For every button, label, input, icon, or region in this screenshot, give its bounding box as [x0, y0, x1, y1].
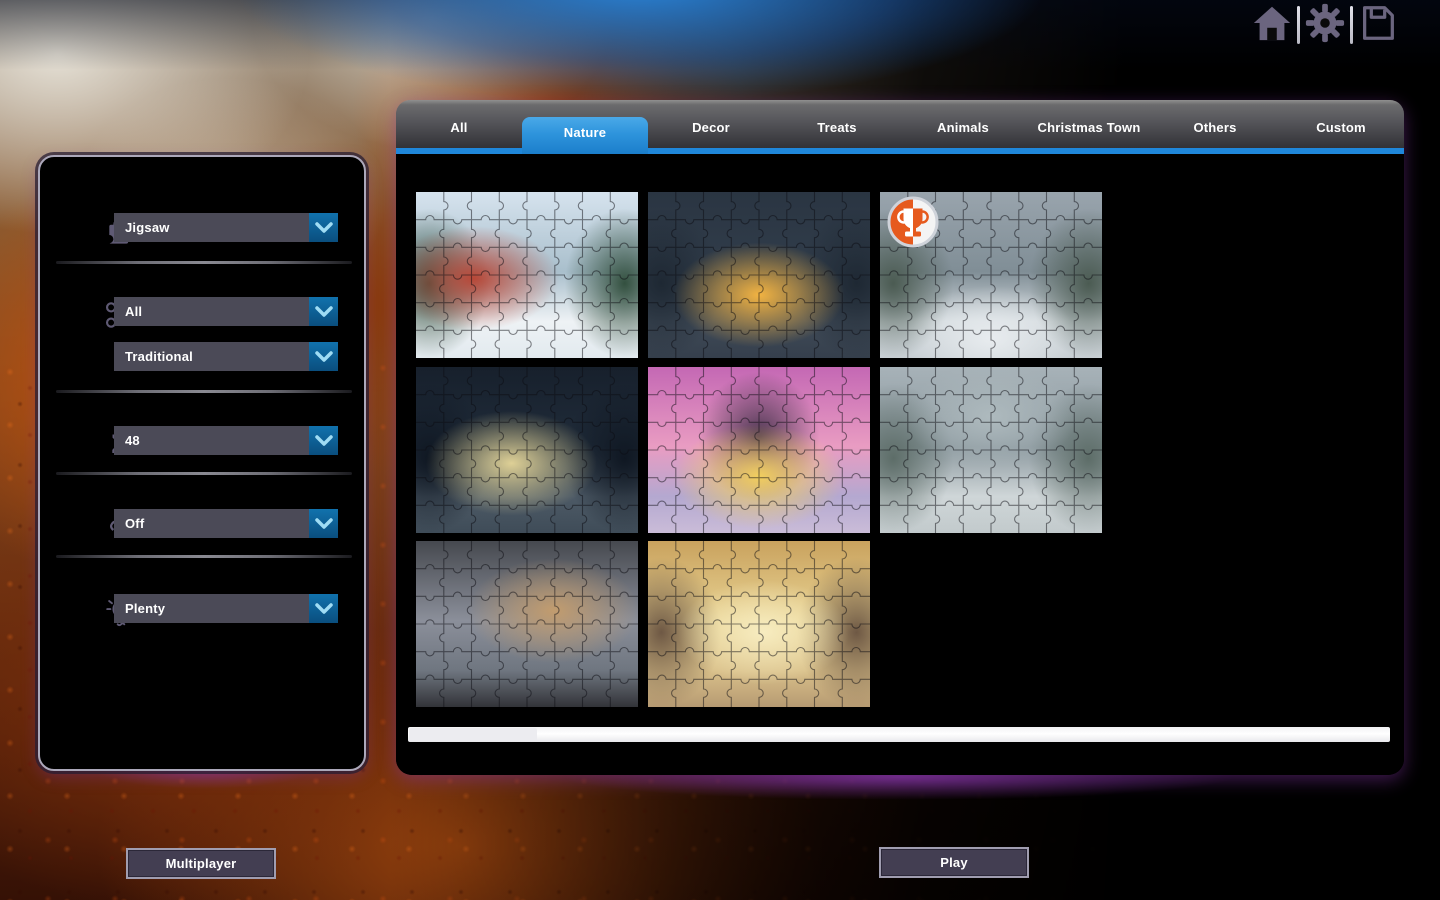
dropdown-value: 48 [114, 433, 140, 448]
dropdown-value: All [114, 304, 142, 319]
select-hints[interactable]: Plenty [114, 594, 338, 623]
system-toolbar [1248, 2, 1402, 48]
puzzle-thumbnail-8[interactable] [648, 541, 870, 707]
puzzle-thumbnail-2[interactable] [648, 192, 870, 358]
chevron-down-icon[interactable] [309, 213, 338, 242]
save-button[interactable] [1354, 2, 1402, 48]
puzzle-thumbnail-3[interactable] [880, 192, 1102, 358]
options-divider [56, 261, 352, 264]
puzzle-thumbnail-1[interactable] [416, 192, 638, 358]
jigsaw-cut-overlay [880, 367, 1102, 533]
puzzle-thumbnail-7[interactable] [416, 541, 638, 707]
chevron-down-icon[interactable] [309, 297, 338, 326]
chevron-down-icon[interactable] [309, 342, 338, 371]
puzzle-thumbnail-4[interactable] [416, 367, 638, 533]
completed-trophy-badge [887, 196, 939, 248]
options-divider [56, 390, 352, 393]
tab-label: Decor [692, 120, 730, 135]
jigsaw-cut-overlay [648, 541, 870, 707]
home-icon [1251, 3, 1293, 48]
chevron-down-icon[interactable] [309, 509, 338, 538]
tab-label: Animals [937, 120, 989, 135]
horizontal-scrollbar[interactable] [408, 727, 1390, 742]
options-divider [56, 472, 352, 475]
home-button[interactable] [1248, 2, 1296, 48]
tab-decor[interactable]: Decor [648, 100, 774, 148]
gear-icon [1304, 2, 1346, 49]
puzzle-thumbnail-5[interactable] [648, 367, 870, 533]
dropdown-value: Plenty [114, 601, 165, 616]
puzzle-thumbnail-6[interactable] [880, 367, 1102, 533]
select-piece-count[interactable]: 48 [114, 426, 338, 455]
select-cut-style-2[interactable]: Traditional [114, 342, 338, 371]
toolbar-separator [1297, 6, 1300, 44]
tab-custom[interactable]: Custom [1278, 100, 1404, 148]
jigsaw-cut-overlay [416, 367, 638, 533]
toolbar-separator [1350, 6, 1353, 44]
dropdown-value: Off [114, 516, 144, 531]
puzzle-gallery [396, 154, 1404, 775]
select-puzzle-type[interactable]: Jigsaw [114, 213, 338, 242]
tab-label: All [450, 120, 467, 135]
tab-label: Treats [817, 120, 857, 135]
gallery-panel: All Nature Decor Treats Animals Christmas Tow… [396, 100, 1404, 775]
settings-button[interactable] [1301, 2, 1349, 48]
scrollbar-thumb[interactable] [409, 728, 537, 741]
jigsaw-cut-overlay [416, 192, 638, 358]
tab-christmas-town[interactable]: Christmas Town [1026, 100, 1152, 148]
dropdown-value: Jigsaw [114, 220, 170, 235]
chevron-down-icon[interactable] [309, 426, 338, 455]
save-icon [1357, 2, 1399, 49]
jigsaw-cut-overlay [416, 541, 638, 707]
multiplayer-button[interactable]: Multiplayer [126, 848, 276, 879]
play-button[interactable]: Play [879, 847, 1029, 878]
select-rotation[interactable]: Off [114, 509, 338, 538]
game-screen: JigsawAllTraditionalΣ48OffwPlenty AllNat… [0, 0, 1440, 900]
tab-label: Others [1193, 120, 1236, 135]
chevron-down-icon[interactable] [309, 594, 338, 623]
tab-all[interactable]: All [396, 100, 522, 148]
dropdown-value: Traditional [114, 349, 193, 364]
tab-others[interactable]: Others [1152, 100, 1278, 148]
tab-label: Christmas Town [1038, 120, 1141, 135]
puzzle-options-panel: JigsawAllTraditionalΣ48OffwPlenty [38, 155, 366, 771]
category-tab-bar: All Nature Decor Treats Animals Christmas Tow… [396, 100, 1404, 148]
options-divider [56, 555, 352, 558]
jigsaw-cut-overlay [648, 192, 870, 358]
tab-treats[interactable]: Treats [774, 100, 900, 148]
select-cut-style-1[interactable]: All [114, 297, 338, 326]
tab-animals[interactable]: Animals [900, 100, 1026, 148]
jigsaw-cut-overlay [648, 367, 870, 533]
tab-nature[interactable]: Nature [522, 117, 648, 154]
tab-label: Custom [1316, 120, 1366, 135]
tab-label: Nature [564, 125, 606, 140]
